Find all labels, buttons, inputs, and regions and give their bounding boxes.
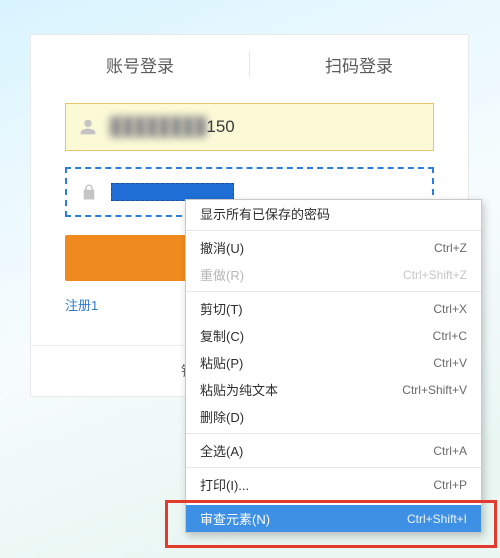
context-menu-item[interactable]: 显示所有已保存的密码 bbox=[186, 200, 481, 227]
context-menu-shortcut: Ctrl+V bbox=[433, 356, 467, 370]
context-menu-label: 重做(R) bbox=[200, 265, 244, 284]
context-menu-shortcut: Ctrl+Shift+I bbox=[407, 512, 467, 526]
context-menu-item[interactable]: 粘贴(P) Ctrl+V bbox=[186, 349, 481, 376]
context-menu-shortcut: Ctrl+Z bbox=[434, 241, 467, 255]
context-menu-separator bbox=[186, 467, 481, 468]
context-menu-separator bbox=[186, 433, 481, 434]
register-link[interactable]: 注册1 bbox=[65, 298, 98, 313]
context-menu-separator bbox=[186, 230, 481, 231]
context-menu-item[interactable]: 审查元素(N) Ctrl+Shift+I bbox=[186, 505, 481, 532]
context-menu-item[interactable]: 删除(D) bbox=[186, 403, 481, 430]
username-blurred-part: ████████ bbox=[110, 117, 206, 136]
context-menu-label: 删除(D) bbox=[200, 407, 244, 426]
context-menu-label: 复制(C) bbox=[200, 326, 244, 345]
context-menu-label: 审查元素(N) bbox=[200, 509, 270, 528]
context-menu-label: 粘贴为纯文本 bbox=[200, 380, 278, 399]
context-menu-shortcut: Ctrl+A bbox=[433, 444, 467, 458]
context-menu-separator bbox=[186, 291, 481, 292]
lock-icon bbox=[67, 183, 111, 201]
tab-qr-login[interactable]: 扫码登录 bbox=[250, 52, 468, 77]
context-menu-item[interactable]: 剪切(T) Ctrl+X bbox=[186, 295, 481, 322]
username-field[interactable]: ████████150 bbox=[65, 103, 434, 151]
context-menu-shortcut: Ctrl+Shift+V bbox=[402, 383, 467, 397]
context-menu-item[interactable]: 撤消(U) Ctrl+Z bbox=[186, 234, 481, 261]
context-menu-label: 打印(I)... bbox=[200, 475, 249, 494]
context-menu-item[interactable]: 全选(A) Ctrl+A bbox=[186, 437, 481, 464]
context-menu-shortcut: Ctrl+P bbox=[433, 478, 467, 492]
user-icon bbox=[66, 118, 110, 136]
login-tabs: 账号登录 扫码登录 bbox=[31, 35, 468, 93]
context-menu-item[interactable]: 打印(I)... Ctrl+P bbox=[186, 471, 481, 498]
context-menu-item[interactable]: 复制(C) Ctrl+C bbox=[186, 322, 481, 349]
context-menu-label: 全选(A) bbox=[200, 441, 243, 460]
context-menu-shortcut: Ctrl+X bbox=[433, 302, 467, 316]
context-menu-shortcut: Ctrl+Shift+Z bbox=[403, 268, 467, 282]
tab-account-login[interactable]: 账号登录 bbox=[31, 52, 249, 77]
context-menu-label: 粘贴(P) bbox=[200, 353, 243, 372]
context-menu-item[interactable]: 粘贴为纯文本 Ctrl+Shift+V bbox=[186, 376, 481, 403]
username-value: ████████150 bbox=[110, 117, 433, 137]
context-menu-label: 撤消(U) bbox=[200, 238, 244, 257]
context-menu: 显示所有已保存的密码撤消(U) Ctrl+Z 重做(R) Ctrl+Shift+Z 剪切… bbox=[185, 199, 482, 533]
context-menu-separator bbox=[186, 501, 481, 502]
context-menu-label: 显示所有已保存的密码 bbox=[200, 204, 330, 223]
context-menu-item: 重做(R) Ctrl+Shift+Z bbox=[186, 261, 481, 288]
context-menu-label: 剪切(T) bbox=[200, 299, 243, 318]
context-menu-shortcut: Ctrl+C bbox=[433, 329, 467, 343]
